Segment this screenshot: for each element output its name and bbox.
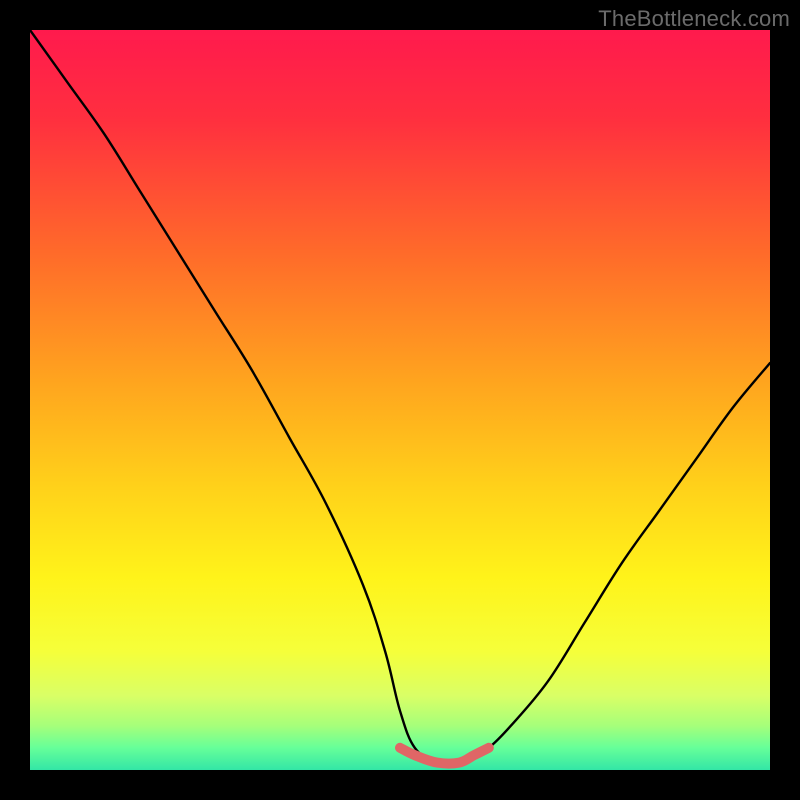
watermark-text: TheBottleneck.com	[598, 6, 790, 32]
plot-area	[30, 30, 770, 770]
chart-frame: TheBottleneck.com	[0, 0, 800, 800]
gradient-background	[30, 30, 770, 770]
plot-svg	[30, 30, 770, 770]
